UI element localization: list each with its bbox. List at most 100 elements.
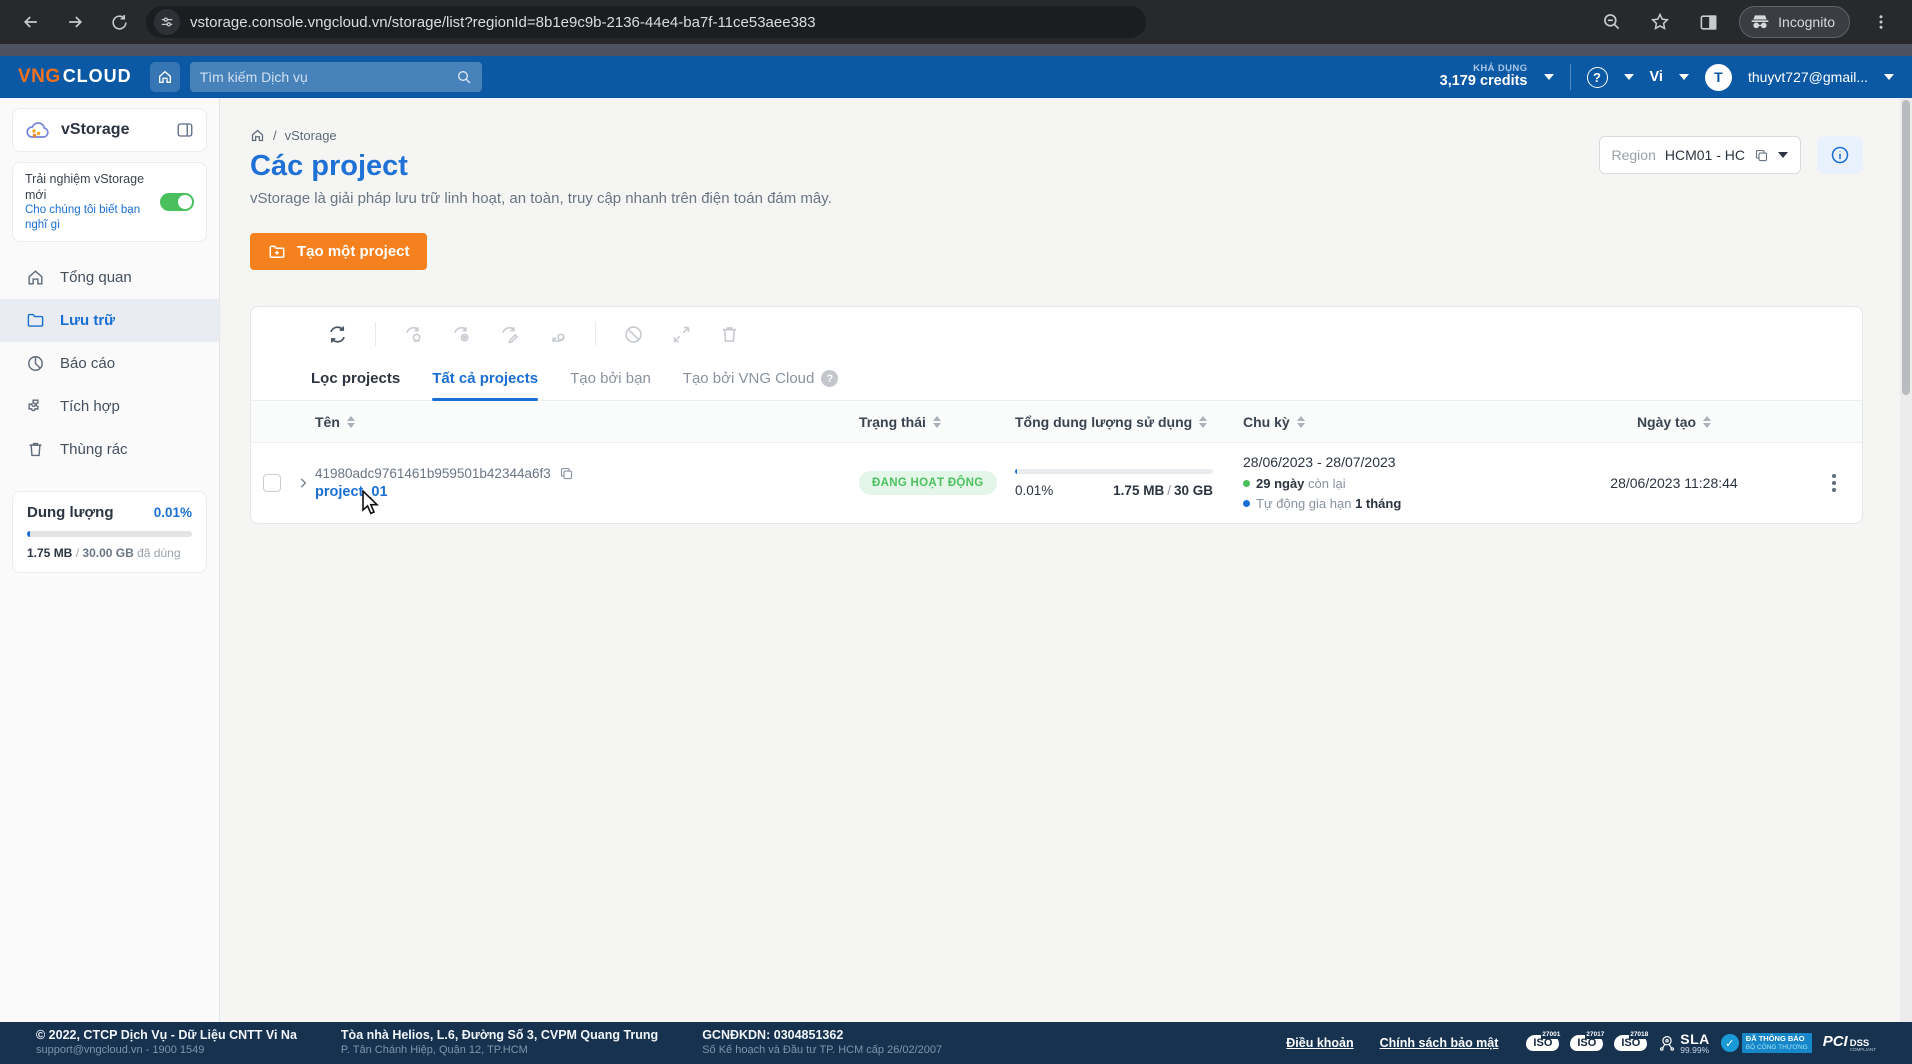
- auto-renew-icon[interactable]: [547, 324, 568, 345]
- credits-display[interactable]: KHẢ DỤNG 3,179 credits: [1440, 64, 1528, 90]
- home-icon: [26, 268, 45, 287]
- column-header-created[interactable]: Ngày tạo: [1543, 414, 1805, 430]
- search-icon[interactable]: [456, 69, 472, 85]
- site-settings-icon[interactable]: [154, 9, 180, 35]
- created-date: 28/06/2023 11:28:44: [1543, 475, 1805, 491]
- tab-all-projects[interactable]: Tất cả projects: [432, 357, 538, 400]
- breadcrumb-home-icon[interactable]: [250, 128, 265, 143]
- capacity-suffix: đã dùng: [137, 546, 180, 560]
- terms-link[interactable]: Điều khoản: [1286, 1036, 1353, 1050]
- project-name-cell: 41980adc9761461b959501b42344a6f3 project…: [315, 466, 845, 501]
- row-menu-icon[interactable]: [1832, 474, 1836, 492]
- sidebar-item-storage[interactable]: Lưu trữ: [0, 299, 219, 342]
- address-bar[interactable]: vstorage.console.vngcloud.vn/storage/lis…: [146, 6, 1146, 38]
- footer-contact: support@vngcloud.vn - 1900 1549: [36, 1044, 297, 1058]
- column-header-usage[interactable]: Tổng dung lượng sử dụng: [1015, 414, 1233, 430]
- user-email[interactable]: thuyvt727@gmail...: [1748, 69, 1868, 85]
- search-input[interactable]: [200, 69, 448, 85]
- region-selector[interactable]: Region HCM01 - HC: [1599, 136, 1802, 174]
- back-icon[interactable]: [14, 5, 48, 39]
- side-panel-icon[interactable]: [1691, 5, 1725, 39]
- zoom-out-icon[interactable]: [1595, 5, 1629, 39]
- main-content: / vStorage Các project vStorage là giải …: [220, 98, 1912, 1022]
- sort-icon[interactable]: [347, 416, 355, 428]
- cycle-remaining: 29 ngày còn lại: [1243, 474, 1543, 494]
- feedback-toggle[interactable]: [160, 193, 194, 211]
- tab-help-icon[interactable]: ?: [821, 370, 838, 387]
- bookmark-star-icon[interactable]: [1643, 5, 1677, 39]
- sort-icon[interactable]: [1199, 416, 1207, 428]
- capacity-detail: 1.75 MB / 30.00 GB đã dùng: [27, 546, 192, 560]
- sidebar-item-integration[interactable]: Tích hợp: [0, 385, 219, 428]
- toolbar-divider: [375, 322, 376, 346]
- browser-toolbar: vstorage.console.vngcloud.vn/storage/lis…: [0, 0, 1912, 44]
- help-icon[interactable]: ?: [1587, 67, 1608, 88]
- url-text: vstorage.console.vngcloud.vn/storage/lis…: [190, 14, 816, 31]
- sidebar-item-label: Thùng rác: [60, 441, 128, 458]
- region-caret-icon[interactable]: [1778, 152, 1788, 158]
- credits-caret-icon[interactable]: [1544, 74, 1554, 80]
- help-caret-icon[interactable]: [1624, 74, 1634, 80]
- sidebar: vStorage Trải nghiệm vStorage mới Cho ch…: [0, 98, 220, 1022]
- privacy-link[interactable]: Chính sách bảo mật: [1380, 1036, 1499, 1050]
- sidebar-item-reports[interactable]: Báo cáo: [0, 342, 219, 385]
- forward-icon[interactable]: [58, 5, 92, 39]
- column-header-name[interactable]: Tên: [315, 414, 845, 430]
- copy-icon[interactable]: [1754, 148, 1769, 163]
- sidebar-item-overview[interactable]: Tổng quan: [0, 256, 219, 299]
- region-label: Region: [1612, 147, 1656, 163]
- project-link[interactable]: project_01: [315, 484, 388, 500]
- delete-icon[interactable]: [719, 324, 740, 345]
- sort-icon[interactable]: [1703, 416, 1711, 428]
- breadcrumb-item[interactable]: vStorage: [285, 128, 337, 143]
- nav-home-button[interactable]: [150, 62, 180, 92]
- column-header-cycle[interactable]: Chu kỳ: [1233, 414, 1543, 430]
- table-toolbar: [251, 307, 1862, 357]
- feedback-link[interactable]: Cho chúng tôi biết bạn nghĩ gì: [25, 203, 152, 232]
- reload-icon[interactable]: [102, 5, 136, 39]
- create-project-button[interactable]: Tạo một project: [250, 233, 427, 270]
- feedback-title: Trải nghiệm vStorage mới: [25, 172, 152, 203]
- transfer-project-icon[interactable]: [403, 324, 424, 345]
- account-caret-icon[interactable]: [1884, 74, 1894, 80]
- tab-created-by-you[interactable]: Tạo bởi bạn: [570, 357, 651, 400]
- iso-27017-badge: ISO27017: [1570, 1035, 1603, 1051]
- sidebar-item-trash[interactable]: Thùng rác: [0, 428, 219, 471]
- folder-icon: [26, 311, 45, 330]
- scrollbar-thumb[interactable]: [1902, 100, 1910, 395]
- expand-row-icon[interactable]: [296, 476, 310, 490]
- vngcloud-logo[interactable]: VNG CLOUD: [18, 66, 132, 88]
- info-icon: [1830, 145, 1850, 165]
- incognito-badge: Incognito: [1739, 6, 1850, 38]
- avatar[interactable]: T: [1705, 64, 1732, 91]
- change-plan-icon[interactable]: [451, 324, 472, 345]
- cancel-icon[interactable]: [623, 324, 644, 345]
- column-header-status[interactable]: Trạng thái: [845, 414, 1015, 430]
- status-badge: ĐANG HOẠT ĐỘNG: [859, 471, 997, 495]
- tab-created-by-vng[interactable]: Tạo bởi VNG Cloud ?: [683, 357, 839, 400]
- collapse-sidebar-icon[interactable]: [176, 121, 194, 139]
- copy-icon[interactable]: [559, 466, 574, 481]
- sort-icon[interactable]: [1297, 416, 1305, 428]
- usage-percent: 0.01%: [1015, 483, 1053, 498]
- capacity-total: 30.00 GB: [82, 546, 133, 560]
- scrollbar[interactable]: [1900, 98, 1912, 1022]
- service-search[interactable]: [190, 62, 482, 92]
- cycle-auto-renew: Tự động gia hạn 1 tháng: [1243, 494, 1543, 514]
- resize-icon[interactable]: [671, 324, 692, 345]
- language-selector[interactable]: Vi: [1650, 69, 1663, 85]
- region-info-button[interactable]: [1817, 136, 1863, 174]
- browser-menu-icon[interactable]: [1864, 5, 1898, 39]
- sort-icon[interactable]: [933, 416, 941, 428]
- nav-divider: [1570, 64, 1571, 90]
- row-checkbox[interactable]: [263, 474, 281, 492]
- trash-icon: [26, 440, 45, 459]
- renew-cycle-icon[interactable]: [499, 324, 520, 345]
- table-row: 41980adc9761461b959501b42344a6f3 project…: [251, 443, 1862, 523]
- usage-total: 30 GB: [1174, 483, 1213, 498]
- refresh-icon[interactable]: [327, 324, 348, 345]
- language-caret-icon[interactable]: [1679, 74, 1689, 80]
- home-icon: [157, 69, 173, 85]
- capacity-used: 1.75 MB: [27, 546, 72, 560]
- footer-company: © 2022, CTCP Dịch Vụ - Dữ Liệu CNTT Vi N…: [36, 1028, 297, 1044]
